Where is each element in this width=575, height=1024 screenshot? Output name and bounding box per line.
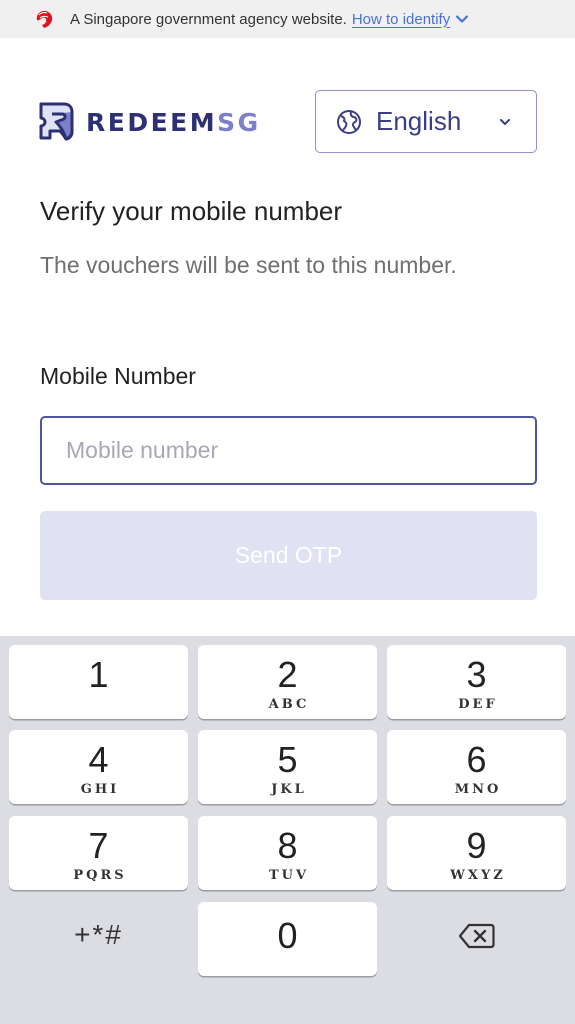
logo-text-redeem: REDEEM: [86, 107, 218, 137]
key-letters: TUV: [268, 868, 310, 883]
backspace-icon: [458, 923, 495, 949]
key-letters: WXYZ: [450, 868, 506, 883]
key-letters: DEF: [458, 697, 498, 712]
key-7[interactable]: 7 PQRS: [9, 816, 188, 890]
key-8[interactable]: 8 TUV: [198, 816, 377, 890]
backspace-key[interactable]: [387, 902, 566, 976]
language-selected: English: [376, 106, 462, 136]
page-title: Verify your mobile number: [40, 196, 343, 226]
chevron-down-icon[interactable]: [455, 12, 469, 26]
key-5[interactable]: 5 JKL: [198, 730, 377, 804]
redeemsg-logo[interactable]: REDEEMSG: [38, 102, 261, 142]
key-2[interactable]: 2 ABC: [198, 645, 377, 719]
key-digit: 8: [277, 825, 298, 866]
key-letters: MNO: [454, 782, 502, 797]
symbols-key[interactable]: +*#: [9, 902, 188, 976]
language-select[interactable]: English: [315, 90, 537, 153]
key-4[interactable]: 4 GHI: [9, 730, 188, 804]
key-digit: 0: [277, 915, 298, 956]
masthead-text: A Singapore government agency website.: [70, 10, 347, 28]
key-digit: 6: [466, 739, 487, 780]
logo-text-sg: SG: [217, 107, 261, 137]
key-digit: 2: [277, 654, 298, 695]
chevron-down-icon: [500, 119, 510, 125]
numeric-keypad: 1 2 ABC 3 DEF 4 GHI 5 JKL 6 MNO 7 PQRS 8…: [0, 636, 575, 1024]
redeemsg-logo-icon: [39, 102, 74, 141]
gov-masthead: A Singapore government agency website. H…: [0, 0, 575, 38]
key-digit: 4: [88, 739, 109, 780]
singapore-lion-icon: [36, 10, 53, 29]
key-digit: 1: [88, 654, 109, 695]
key-digit: 5: [277, 739, 298, 780]
key-6[interactable]: 6 MNO: [387, 730, 566, 804]
send-otp-button[interactable]: Send OTP: [40, 511, 537, 600]
key-letters: JKL: [271, 782, 307, 797]
globe-icon: [337, 109, 361, 134]
mobile-number-input[interactable]: [40, 416, 537, 485]
key-digit: 3: [466, 654, 487, 695]
key-0[interactable]: 0: [198, 902, 377, 976]
how-to-identify-link[interactable]: How to identify: [352, 11, 450, 28]
key-letters: PQRS: [73, 868, 127, 883]
header: REDEEMSG English: [0, 90, 575, 154]
key-3[interactable]: 3 DEF: [387, 645, 566, 719]
key-digit: 9: [466, 825, 487, 866]
key-letters: ABC: [268, 697, 310, 712]
key-9[interactable]: 9 WXYZ: [387, 816, 566, 890]
mobile-number-label: Mobile Number: [40, 363, 196, 389]
key-letters: GHI: [80, 782, 120, 797]
page-subtitle: The vouchers will be sent to this number…: [40, 252, 457, 278]
key-1[interactable]: 1: [9, 645, 188, 719]
key-digit: 7: [88, 825, 109, 866]
